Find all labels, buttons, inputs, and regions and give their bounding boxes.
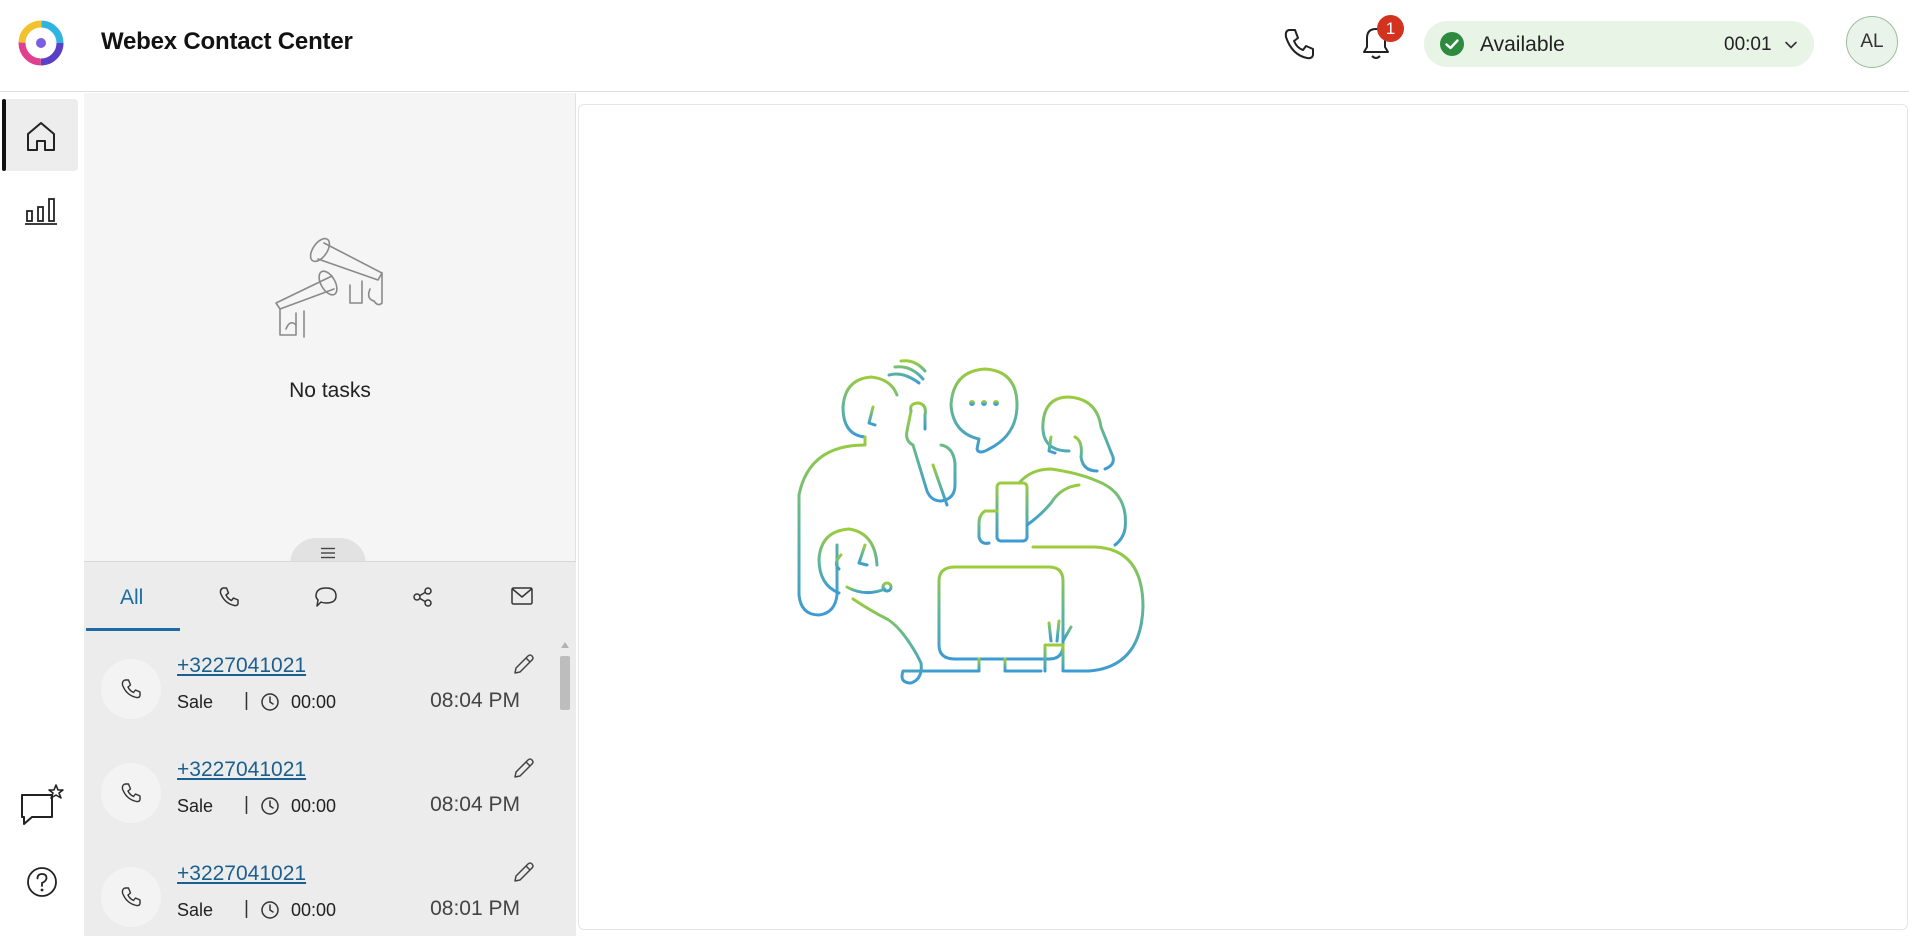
task-channel-avatar bbox=[101, 659, 161, 719]
bar-chart-icon[interactable] bbox=[24, 195, 58, 225]
task-queue-name: Sale bbox=[177, 900, 214, 920]
clock-icon bbox=[261, 797, 279, 815]
task-item[interactable]: +3227041021 Sale | 00:00 08:04 PM bbox=[84, 746, 554, 850]
clock-icon bbox=[261, 693, 279, 711]
user-avatar[interactable]: AL bbox=[1846, 16, 1898, 68]
task-queue-name: Sale bbox=[177, 796, 214, 816]
task-filter-tabs: All bbox=[84, 562, 576, 632]
home-icon bbox=[27, 122, 55, 151]
chevron-down-icon bbox=[1785, 41, 1797, 49]
tab-all[interactable]: All bbox=[86, 562, 180, 631]
task-separator: | bbox=[244, 898, 249, 919]
edit-icon[interactable] bbox=[512, 756, 536, 780]
help-icon[interactable] bbox=[26, 866, 58, 898]
task-queue-name: Sale bbox=[177, 692, 214, 712]
task-separator: | bbox=[244, 690, 249, 711]
team-illustration-icon bbox=[797, 359, 1145, 685]
scroll-up-arrow[interactable] bbox=[561, 642, 569, 648]
task-item[interactable]: +3227041021 Sale | 00:00 08:01 PM bbox=[84, 850, 554, 936]
task-duration: 00:00 bbox=[291, 796, 337, 816]
task-separator: | bbox=[244, 794, 249, 815]
check-icon bbox=[1440, 32, 1464, 56]
task-duration: 00:00 bbox=[291, 692, 337, 712]
menu-icon bbox=[321, 547, 335, 559]
task-timestamp: 08:01 PM bbox=[430, 897, 520, 920]
task-channel-avatar bbox=[101, 867, 161, 927]
share-icon bbox=[413, 587, 432, 607]
app-title: Webex Contact Center bbox=[101, 28, 353, 55]
top-header: Webex Contact Center 1 Available 00:01 A… bbox=[0, 0, 1909, 92]
task-channel-avatar bbox=[101, 763, 161, 823]
notification-badge: 1 bbox=[1377, 15, 1404, 42]
chat-star-icon[interactable] bbox=[18, 783, 66, 827]
email-icon bbox=[511, 587, 533, 605]
task-list: +3227041021 Sale | 00:00 08:04 PM +32270… bbox=[84, 642, 554, 936]
task-list-section: All +3227041021 Sale | 00:00 08:04 PM +3… bbox=[84, 561, 576, 936]
task-item[interactable]: +3227041021 Sale | 00:00 08:04 PM bbox=[84, 642, 554, 746]
chat-icon bbox=[315, 587, 337, 607]
tab-chats[interactable] bbox=[284, 562, 364, 628]
phone-icon bbox=[121, 679, 141, 699]
task-phone-number[interactable]: +3227041021 bbox=[177, 654, 306, 678]
status-label: Available bbox=[1480, 33, 1565, 56]
edit-icon[interactable] bbox=[512, 652, 536, 676]
webex-logo-icon bbox=[18, 20, 64, 66]
tab-calls[interactable] bbox=[194, 562, 264, 628]
scroll-thumb[interactable] bbox=[560, 656, 570, 710]
task-timestamp: 08:04 PM bbox=[430, 793, 520, 816]
task-list-scrollbar[interactable] bbox=[556, 642, 572, 936]
phone-icon[interactable] bbox=[1280, 25, 1318, 63]
status-timer: 00:01 bbox=[1724, 34, 1772, 55]
task-timestamp: 08:04 PM bbox=[430, 689, 520, 712]
task-panel: No tasks All +3227041021 Sale | 00:00 08… bbox=[84, 93, 576, 936]
agent-status-dropdown[interactable]: Available 00:01 bbox=[1424, 21, 1814, 67]
tab-social[interactable] bbox=[382, 562, 462, 628]
task-phone-number[interactable]: +3227041021 bbox=[177, 758, 306, 782]
tab-all-label: All bbox=[120, 586, 144, 609]
phone-icon bbox=[121, 783, 141, 803]
clock-icon bbox=[261, 901, 279, 919]
megaphone-illustration-icon bbox=[275, 237, 383, 338]
tab-email[interactable] bbox=[480, 562, 560, 628]
nav-item-home[interactable] bbox=[2, 99, 78, 171]
phone-icon bbox=[219, 587, 239, 607]
phone-icon bbox=[121, 887, 141, 907]
edit-icon[interactable] bbox=[512, 860, 536, 884]
left-navigation bbox=[0, 93, 84, 935]
main-content-area bbox=[578, 104, 1908, 930]
empty-state-text: No tasks bbox=[289, 379, 371, 402]
task-duration: 00:00 bbox=[291, 900, 337, 920]
task-phone-number[interactable]: +3227041021 bbox=[177, 862, 306, 886]
